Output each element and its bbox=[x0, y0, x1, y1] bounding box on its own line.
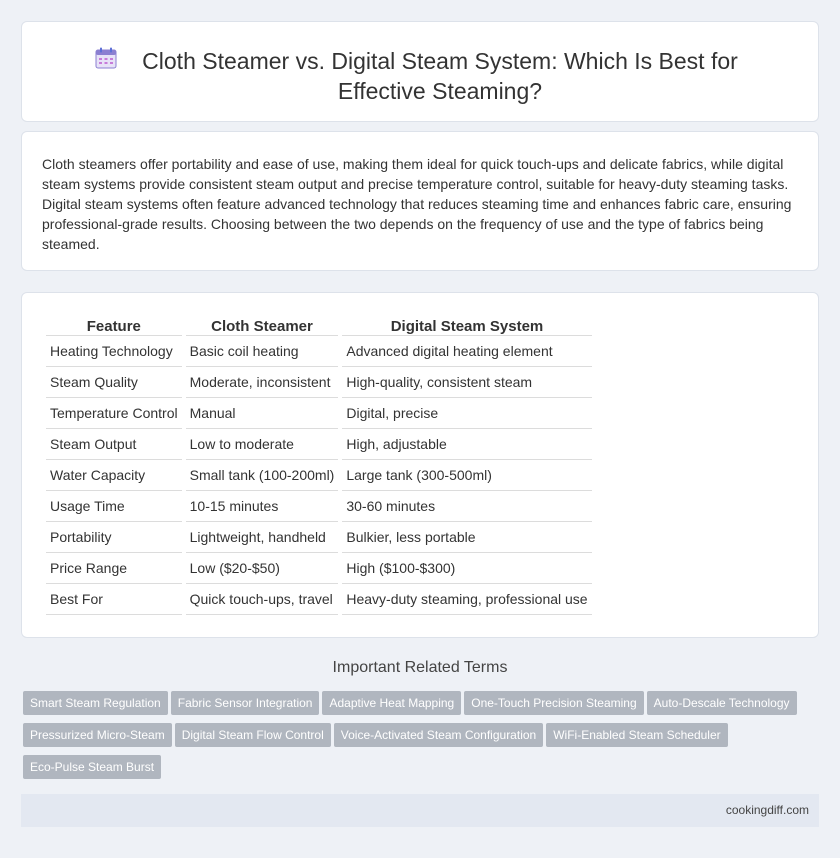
column-header: Digital Steam System bbox=[342, 315, 592, 336]
table-row: Usage Time 10-15 minutes 30-60 minutes bbox=[46, 491, 592, 522]
table-cell: Lightweight, handheld bbox=[185, 522, 339, 553]
table-cell: Bulkier, less portable bbox=[342, 522, 592, 553]
table-cell: Temperature Control bbox=[46, 398, 182, 429]
related-term-tag[interactable]: Voice-Activated Steam Configuration bbox=[333, 723, 544, 747]
table-cell: High ($100-$300) bbox=[342, 553, 592, 584]
table-cell: Portability bbox=[46, 522, 182, 553]
table-row: Water Capacity Small tank (100-200ml) La… bbox=[46, 460, 592, 491]
table-cell: Manual bbox=[185, 398, 339, 429]
table-row: Portability Lightweight, handheld Bulkie… bbox=[46, 522, 592, 553]
related-term-tag[interactable]: Smart Steam Regulation bbox=[23, 691, 168, 715]
related-term-tag[interactable]: Eco-Pulse Steam Burst bbox=[23, 755, 162, 779]
table-cell: Heating Technology bbox=[46, 336, 182, 367]
related-term-tag[interactable]: Fabric Sensor Integration bbox=[170, 691, 320, 715]
table-cell: Advanced digital heating element bbox=[342, 336, 592, 367]
title-card: Cloth Steamer vs. Digital Steam System: … bbox=[21, 21, 819, 122]
table-cell: 10-15 minutes bbox=[185, 491, 339, 522]
table-row: Best For Quick touch-ups, travel Heavy-d… bbox=[46, 584, 592, 615]
related-term-tag[interactable]: Pressurized Micro-Steam bbox=[23, 723, 172, 747]
table-cell: Quick touch-ups, travel bbox=[185, 584, 339, 615]
table-cell: Moderate, inconsistent bbox=[185, 367, 339, 398]
table-cell: Best For bbox=[46, 584, 182, 615]
page-title: Cloth Steamer vs. Digital Steam System: … bbox=[142, 48, 738, 104]
column-header: Cloth Steamer bbox=[185, 315, 339, 336]
table-cell: Steam Output bbox=[46, 429, 182, 460]
table-cell: Price Range bbox=[46, 553, 182, 584]
table-row: Price Range Low ($20-$50) High ($100-$30… bbox=[46, 553, 592, 584]
table-cell: Low ($20-$50) bbox=[185, 553, 339, 584]
table-header-row: Feature Cloth Steamer Digital Steam Syst… bbox=[46, 315, 592, 336]
table-cell: Digital, precise bbox=[342, 398, 592, 429]
table-cell: High, adjustable bbox=[342, 429, 592, 460]
comparison-table: Feature Cloth Steamer Digital Steam Syst… bbox=[42, 315, 596, 615]
comparison-card: Feature Cloth Steamer Digital Steam Syst… bbox=[21, 292, 819, 638]
table-cell: Large tank (300-500ml) bbox=[342, 460, 592, 491]
table-cell: Steam Quality bbox=[46, 367, 182, 398]
table-cell: Water Capacity bbox=[46, 460, 182, 491]
table-row: Heating Technology Basic coil heating Ad… bbox=[46, 336, 592, 367]
related-terms-heading: Important Related Terms bbox=[332, 659, 508, 676]
table-row: Temperature Control Manual Digital, prec… bbox=[46, 398, 592, 429]
related-terms-list: Smart Steam Regulation Fabric Sensor Inte… bbox=[23, 691, 823, 787]
table-cell: Heavy-duty steaming, professional use bbox=[342, 584, 592, 615]
related-term-tag[interactable]: Adaptive Heat Mapping bbox=[322, 691, 462, 715]
table-cell: Low to moderate bbox=[185, 429, 339, 460]
table-row: Steam Quality Moderate, inconsistent Hig… bbox=[46, 367, 592, 398]
footer: cookingdiff.com bbox=[21, 794, 819, 827]
column-header: Feature bbox=[46, 315, 182, 336]
table-cell: Small tank (100-200ml) bbox=[185, 460, 339, 491]
related-term-tag[interactable]: Digital Steam Flow Control bbox=[174, 723, 331, 747]
table-cell: Usage Time bbox=[46, 491, 182, 522]
footer-site-link[interactable]: cookingdiff.com bbox=[726, 803, 809, 817]
table-cell: High-quality, consistent steam bbox=[342, 367, 592, 398]
intro-paragraph: Cloth steamers offer portability and eas… bbox=[42, 156, 792, 252]
table-cell: 30-60 minutes bbox=[342, 491, 592, 522]
related-term-tag[interactable]: One-Touch Precision Steaming bbox=[464, 691, 644, 715]
intro-card: Cloth steamers offer portability and eas… bbox=[21, 131, 819, 271]
table-row: Steam Output Low to moderate High, adjus… bbox=[46, 429, 592, 460]
related-term-tag[interactable]: Auto-Descale Technology bbox=[646, 691, 797, 715]
table-cell: Basic coil heating bbox=[185, 336, 339, 367]
related-term-tag[interactable]: WiFi-Enabled Steam Scheduler bbox=[546, 723, 728, 747]
